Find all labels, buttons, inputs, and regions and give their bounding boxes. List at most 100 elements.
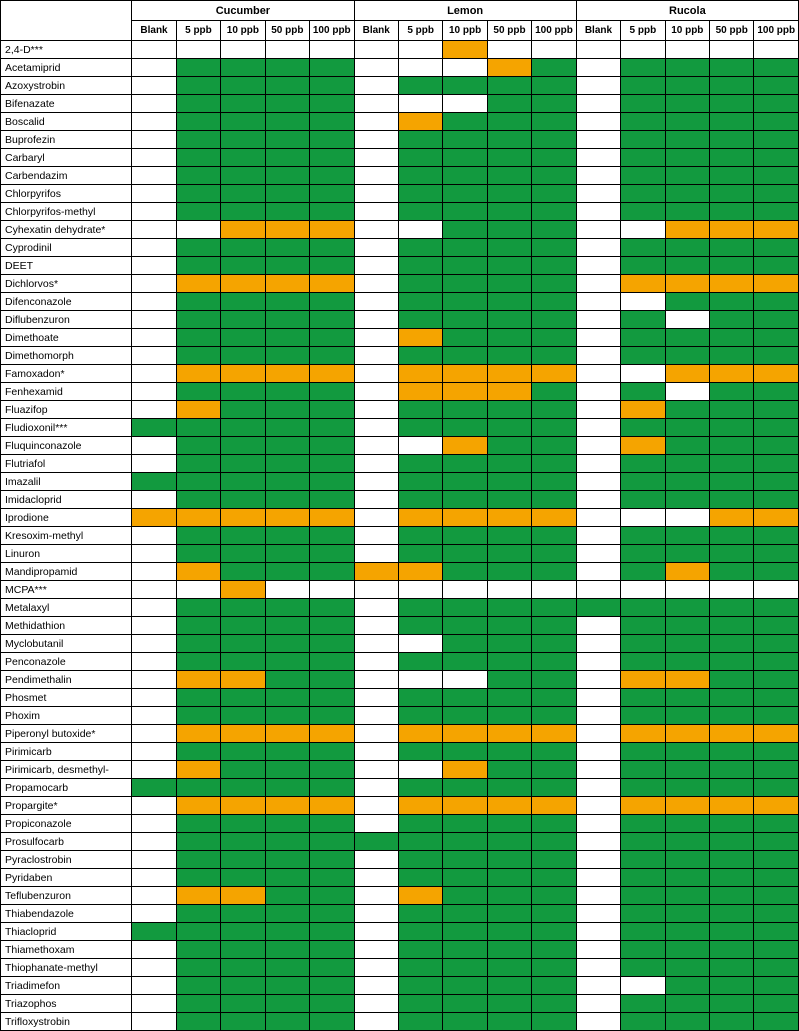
- heat-cell: [665, 113, 709, 131]
- heat-cell: [665, 275, 709, 293]
- heat-cell: [398, 959, 442, 977]
- heat-cell: [176, 977, 220, 995]
- heat-cell: [621, 437, 665, 455]
- heat-cell: [754, 419, 799, 437]
- table-row: Cyprodinil: [1, 239, 799, 257]
- heat-cell: [665, 617, 709, 635]
- heat-cell: [132, 941, 176, 959]
- heat-cell: [487, 329, 531, 347]
- heat-cell: [621, 581, 665, 599]
- heat-cell: [576, 761, 620, 779]
- heat-cell: [310, 275, 354, 293]
- group-header: Cucumber: [132, 1, 354, 21]
- heat-cell: [576, 581, 620, 599]
- heat-cell: [621, 149, 665, 167]
- table-row: Propiconazole: [1, 815, 799, 833]
- heat-cell: [621, 851, 665, 869]
- compound-name: Buprofezin: [1, 131, 132, 149]
- heat-cell: [665, 959, 709, 977]
- heat-cell: [354, 365, 398, 383]
- heat-cell: [310, 239, 354, 257]
- heat-cell: [532, 563, 576, 581]
- heat-cell: [132, 545, 176, 563]
- heat-cell: [665, 401, 709, 419]
- table-row: Pyraclostrobin: [1, 851, 799, 869]
- heat-cell: [532, 959, 576, 977]
- heat-cell: [443, 581, 487, 599]
- table-body: 2,4-D***AcetamipridAzoxystrobinBifenazat…: [1, 41, 799, 1031]
- heat-cell: [132, 257, 176, 275]
- heat-cell: [132, 437, 176, 455]
- heat-cell: [176, 437, 220, 455]
- heat-cell: [576, 491, 620, 509]
- heat-cell: [487, 95, 531, 113]
- heat-cell: [710, 1013, 754, 1031]
- compound-name: Carbendazim: [1, 167, 132, 185]
- heat-cell: [754, 113, 799, 131]
- heat-cell: [132, 653, 176, 671]
- heat-cell: [176, 995, 220, 1013]
- heat-cell: [487, 167, 531, 185]
- heat-cell: [310, 779, 354, 797]
- heat-cell: [132, 995, 176, 1013]
- table-row: Boscalid: [1, 113, 799, 131]
- heat-cell: [576, 149, 620, 167]
- compound-name: Dichlorvos*: [1, 275, 132, 293]
- table-row: Fluquinconazole: [1, 437, 799, 455]
- heat-cell: [265, 707, 309, 725]
- heat-cell: [265, 923, 309, 941]
- heat-cell: [576, 185, 620, 203]
- heat-cell: [576, 725, 620, 743]
- heat-cell: [132, 1013, 176, 1031]
- heat-cell: [576, 887, 620, 905]
- heat-cell: [221, 293, 265, 311]
- heat-cell: [487, 221, 531, 239]
- heat-cell: [621, 797, 665, 815]
- heat-cell: [665, 221, 709, 239]
- heat-cell: [310, 437, 354, 455]
- heat-cell: [310, 617, 354, 635]
- heat-cell: [310, 527, 354, 545]
- table-row: Prosulfocarb: [1, 833, 799, 851]
- heat-cell: [754, 995, 799, 1013]
- heat-cell: [310, 365, 354, 383]
- heat-cell: [265, 869, 309, 887]
- heat-cell: [532, 851, 576, 869]
- table-row: Chlorpyrifos: [1, 185, 799, 203]
- heat-cell: [665, 203, 709, 221]
- heat-cell: [354, 527, 398, 545]
- heat-cell: [132, 131, 176, 149]
- heat-cell: [710, 41, 754, 59]
- heat-cell: [176, 779, 220, 797]
- compound-name: Fluquinconazole: [1, 437, 132, 455]
- heat-cell: [665, 185, 709, 203]
- heat-cell: [354, 797, 398, 815]
- heat-cell: [310, 167, 354, 185]
- heat-cell: [176, 581, 220, 599]
- heat-cell: [487, 41, 531, 59]
- heat-cell: [621, 293, 665, 311]
- heat-cell: [176, 707, 220, 725]
- heat-cell: [398, 77, 442, 95]
- heat-cell: [398, 239, 442, 257]
- table-row: Mandipropamid: [1, 563, 799, 581]
- heat-cell: [221, 257, 265, 275]
- heat-cell: [265, 977, 309, 995]
- table-row: Triadimefon: [1, 977, 799, 995]
- heat-cell: [621, 185, 665, 203]
- heat-cell: [710, 527, 754, 545]
- heat-cell: [710, 221, 754, 239]
- heat-cell: [443, 959, 487, 977]
- heat-cell: [398, 1013, 442, 1031]
- heat-cell: [310, 131, 354, 149]
- compound-name: Propamocarb: [1, 779, 132, 797]
- heat-cell: [221, 725, 265, 743]
- heat-cell: [265, 149, 309, 167]
- heat-cell: [176, 617, 220, 635]
- heat-cell: [176, 455, 220, 473]
- heat-cell: [354, 329, 398, 347]
- heat-cell: [265, 401, 309, 419]
- heat-cell: [221, 887, 265, 905]
- heat-cell: [576, 311, 620, 329]
- heat-cell: [665, 455, 709, 473]
